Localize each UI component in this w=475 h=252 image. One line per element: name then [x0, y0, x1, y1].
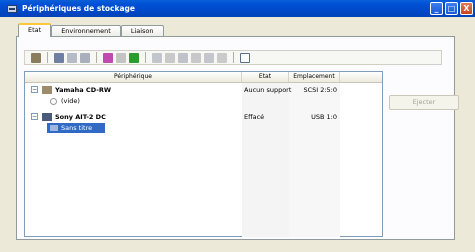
- list-header: Périphérique Etat Emplacement: [25, 72, 382, 83]
- eject-button[interactable]: Ejecter: [389, 95, 459, 110]
- header-status[interactable]: Etat: [242, 72, 289, 82]
- header-location[interactable]: Emplacement: [289, 72, 340, 82]
- info-icon[interactable]: [54, 52, 64, 63]
- toolbar: [24, 50, 442, 65]
- toolbar-separator: [233, 52, 234, 63]
- tab-strip: Etat Environnement Liaison: [18, 23, 164, 37]
- maximize-button[interactable]: □: [445, 2, 458, 15]
- status-column-shade: [242, 83, 289, 237]
- device-list[interactable]: Périphérique Etat Emplacement − Yamaha C…: [24, 71, 383, 237]
- device-status: Aucun support: [244, 86, 292, 94]
- toolbar-separator: [145, 52, 146, 63]
- add-icon[interactable]: [129, 52, 139, 63]
- format-icon[interactable]: [217, 52, 227, 63]
- device-name: Sony AIT-2 DC: [55, 113, 106, 121]
- close-button[interactable]: X: [460, 2, 473, 15]
- empty-disc-icon: [50, 98, 57, 105]
- cut-icon[interactable]: [152, 52, 162, 63]
- minimize-button[interactable]: _: [430, 2, 443, 15]
- window-controls: _ □ X: [430, 2, 473, 15]
- eject-icon[interactable]: [80, 52, 90, 63]
- tape-drive-icon: [42, 113, 52, 121]
- properties-icon[interactable]: [31, 52, 41, 63]
- window-title: Périphériques de stockage: [22, 4, 136, 13]
- table-row[interactable]: − Sony AIT-2 DC Effacé USB 1:0: [25, 112, 382, 122]
- cd-drive-icon: [42, 86, 52, 94]
- table-row[interactable]: Sans titre: [25, 123, 382, 133]
- compare-icon[interactable]: [191, 52, 201, 63]
- erase-icon[interactable]: [103, 52, 113, 63]
- device-status: Effacé: [244, 113, 265, 121]
- paste-icon[interactable]: [178, 52, 188, 63]
- close-session-icon[interactable]: [116, 52, 126, 63]
- header-device[interactable]: Périphérique: [25, 72, 242, 82]
- transfer-icon[interactable]: [204, 52, 214, 63]
- collapse-toggle[interactable]: −: [31, 113, 38, 120]
- table-row[interactable]: (vide): [25, 96, 382, 106]
- collapse-toggle[interactable]: −: [31, 86, 38, 93]
- copy-icon[interactable]: [165, 52, 175, 63]
- header-filler: [340, 72, 382, 82]
- hide-icon[interactable]: [67, 52, 77, 63]
- location-column-shade: [289, 83, 340, 237]
- tape-icon: [50, 125, 58, 131]
- table-row[interactable]: − Yamaha CD-RW Aucun support SCSI 2:5:0: [25, 85, 382, 95]
- toolbar-separator: [47, 52, 48, 63]
- media-name: (vide): [61, 97, 80, 105]
- device-location: SCSI 2:5:0: [303, 86, 337, 94]
- help-icon[interactable]: [240, 52, 250, 63]
- media-name: Sans titre: [61, 124, 93, 132]
- tab-etat[interactable]: Etat: [18, 23, 52, 37]
- device-name: Yamaha CD-RW: [55, 86, 112, 94]
- drive-icon: [7, 4, 17, 13]
- title-bar: Périphériques de stockage _ □ X: [0, 0, 475, 17]
- device-location: USB 1:0: [311, 113, 337, 121]
- selection-highlight: Sans titre: [47, 123, 105, 133]
- toolbar-separator: [96, 52, 97, 63]
